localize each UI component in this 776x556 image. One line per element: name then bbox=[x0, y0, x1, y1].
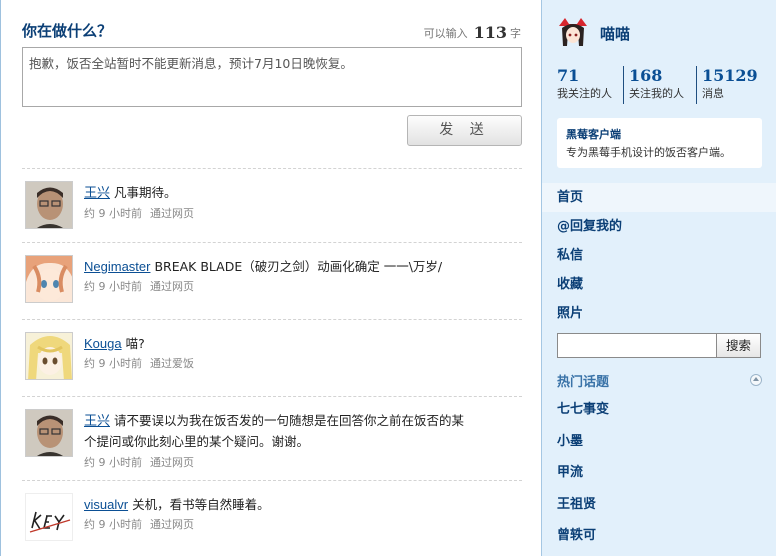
sidebar-nav: 首页 @回复我的 私信 收藏 照片 bbox=[542, 183, 776, 328]
remaining-count: 113 bbox=[473, 23, 507, 42]
message-meta: 约 9 小时前 通过爱饭 bbox=[84, 355, 194, 371]
search-input[interactable] bbox=[557, 333, 717, 358]
main-column: 你在做什么？ 可以输入 113 字 抱歉，饭否全站暂时不能更新消息，预计7月10日晚… bbox=[0, 0, 541, 556]
user-link[interactable]: visualvr bbox=[84, 497, 128, 512]
message-source: 通过网页 bbox=[150, 456, 194, 469]
profile-stats: 71 我关注的人 168 关注我的人 15129 消息 bbox=[557, 66, 765, 104]
stat-messages[interactable]: 15129 消息 bbox=[696, 66, 765, 104]
message-time[interactable]: 约 9 小时前 bbox=[84, 207, 142, 220]
user-link[interactable]: 王兴 bbox=[84, 185, 110, 200]
timeline-item: Kouga 喵? 约 9 小时前 通过爱饭 bbox=[22, 319, 522, 396]
profile-name[interactable]: 喵喵 bbox=[600, 23, 630, 44]
topic-link[interactable]: 王祖贤 bbox=[557, 492, 609, 524]
nav-item-photos[interactable]: 照片 bbox=[542, 299, 776, 328]
topic-link[interactable]: 小墨 bbox=[557, 429, 609, 461]
message-text: 关机，看书等自然睡着。 bbox=[132, 497, 270, 512]
topics-title: 热门话题 bbox=[557, 375, 610, 390]
counter-suffix: 字 bbox=[510, 27, 521, 40]
stat-followers[interactable]: 168 关注我的人 bbox=[623, 66, 696, 104]
message-meta: 约 9 小时前 通过网页 bbox=[84, 516, 194, 532]
message-source: 通过网页 bbox=[150, 518, 194, 531]
message-time[interactable]: 约 9 小时前 bbox=[84, 357, 142, 370]
message-content: Negimaster BREAK BLADE（破刃之剑）动画化确定 一一\万岁/ bbox=[84, 256, 474, 277]
stat-value: 168 bbox=[629, 66, 663, 85]
avatar-blonde-girl[interactable] bbox=[25, 332, 73, 380]
stat-label: 关注我的人 bbox=[629, 87, 684, 100]
message-source: 通过爱饭 bbox=[150, 357, 194, 370]
timeline-item: Negimaster BREAK BLADE（破刃之剑）动画化确定 一一\万岁/… bbox=[22, 242, 522, 319]
promo-title[interactable]: 黑莓客户端 bbox=[566, 126, 753, 142]
avatar-key-logo[interactable] bbox=[25, 493, 73, 541]
message-time[interactable]: 约 9 小时前 bbox=[84, 280, 142, 293]
stat-following[interactable]: 71 我关注的人 bbox=[557, 66, 623, 104]
message-meta: 约 9 小时前 通过网页 bbox=[84, 205, 194, 221]
message-meta: 约 9 小时前 通过网页 bbox=[84, 278, 194, 294]
user-link[interactable]: Kouga bbox=[84, 336, 122, 351]
timeline-item: 王兴 凡事期待。 约 9 小时前 通过网页 bbox=[22, 168, 522, 242]
timeline-item: visualvr 关机，看书等自然睡着。 约 9 小时前 通过网页 bbox=[22, 480, 522, 556]
message-text: BREAK BLADE（破刃之剑）动画化确定 一一\万岁/ bbox=[154, 259, 443, 274]
stat-label: 消息 bbox=[702, 87, 724, 100]
message-text: 请不要误以为我在饭否发的一句随想是在回答你之前在饭否的某个提问或你此刻心里的某个… bbox=[84, 413, 465, 449]
user-link[interactable]: Negimaster bbox=[84, 259, 150, 274]
stat-value: 71 bbox=[557, 66, 580, 85]
nav-item-replies[interactable]: @回复我的 bbox=[542, 212, 776, 241]
timeline-item: 王兴 请不要误以为我在饭否发的一句随想是在回答你之前在饭否的某个提问或你此刻心里… bbox=[22, 396, 522, 480]
composer-prompt: 你在做什么？ bbox=[22, 22, 113, 40]
promo-subtitle: 专为黑莓手机设计的饭否客户端。 bbox=[566, 146, 731, 159]
collapse-icon[interactable] bbox=[750, 374, 762, 386]
topics-header: 热门话题 bbox=[557, 371, 762, 390]
status-textarea[interactable]: 抱歉，饭否全站暂时不能更新消息，预计7月10日晚恢复。 bbox=[22, 47, 522, 107]
message-meta: 约 9 小时前 通过网页 bbox=[84, 454, 194, 470]
promo-box[interactable]: 黑莓客户端 专为黑莓手机设计的饭否客户端。 bbox=[557, 118, 762, 168]
message-time[interactable]: 约 9 小时前 bbox=[84, 518, 142, 531]
avatar-anime-girl[interactable] bbox=[25, 255, 73, 303]
message-source: 通过网页 bbox=[150, 280, 194, 293]
nav-item-home[interactable]: 首页 bbox=[542, 183, 776, 212]
message-content: visualvr 关机，看书等自然睡着。 bbox=[84, 494, 474, 515]
sidebar: 喵喵 71 我关注的人 168 关注我的人 15129 消息 黑莓客户端 专为黑… bbox=[541, 0, 776, 556]
avatar-man[interactable] bbox=[25, 409, 73, 457]
message-time[interactable]: 约 9 小时前 bbox=[84, 456, 142, 469]
avatar-man[interactable] bbox=[25, 181, 73, 229]
nav-item-private-messages[interactable]: 私信 bbox=[542, 241, 776, 270]
topic-link[interactable]: 七七事变 bbox=[557, 397, 609, 429]
message-content: 王兴 凡事期待。 bbox=[84, 182, 474, 203]
user-link[interactable]: 王兴 bbox=[84, 413, 110, 428]
topic-link[interactable]: 甲流 bbox=[557, 460, 609, 492]
counter-prefix: 可以输入 bbox=[423, 27, 468, 40]
message-text: 喵? bbox=[125, 336, 145, 351]
timeline: 王兴 凡事期待。 约 9 小时前 通过网页 Negimaster BREAK BL… bbox=[22, 168, 522, 556]
topic-link[interactable]: 曾轶可 bbox=[557, 523, 609, 555]
message-content: Kouga 喵? bbox=[84, 333, 474, 354]
message-content: 王兴 请不要误以为我在饭否发的一句随想是在回答你之前在饭否的某个提问或你此刻心里… bbox=[84, 410, 474, 452]
search-button[interactable]: 搜索 bbox=[716, 333, 761, 358]
message-text: 凡事期待。 bbox=[114, 185, 177, 200]
nav-item-favorites[interactable]: 收藏 bbox=[542, 270, 776, 299]
profile-avatar[interactable] bbox=[557, 16, 589, 48]
trending-topics: 七七事变 小墨 甲流 王祖贤 曾轶可 bbox=[557, 397, 609, 555]
send-button[interactable]: 发 送 bbox=[407, 115, 522, 146]
stat-label: 我关注的人 bbox=[557, 87, 612, 100]
stat-value: 15129 bbox=[702, 66, 758, 85]
char-counter: 可以输入 113 字 bbox=[423, 22, 521, 42]
message-source: 通过网页 bbox=[150, 207, 194, 220]
